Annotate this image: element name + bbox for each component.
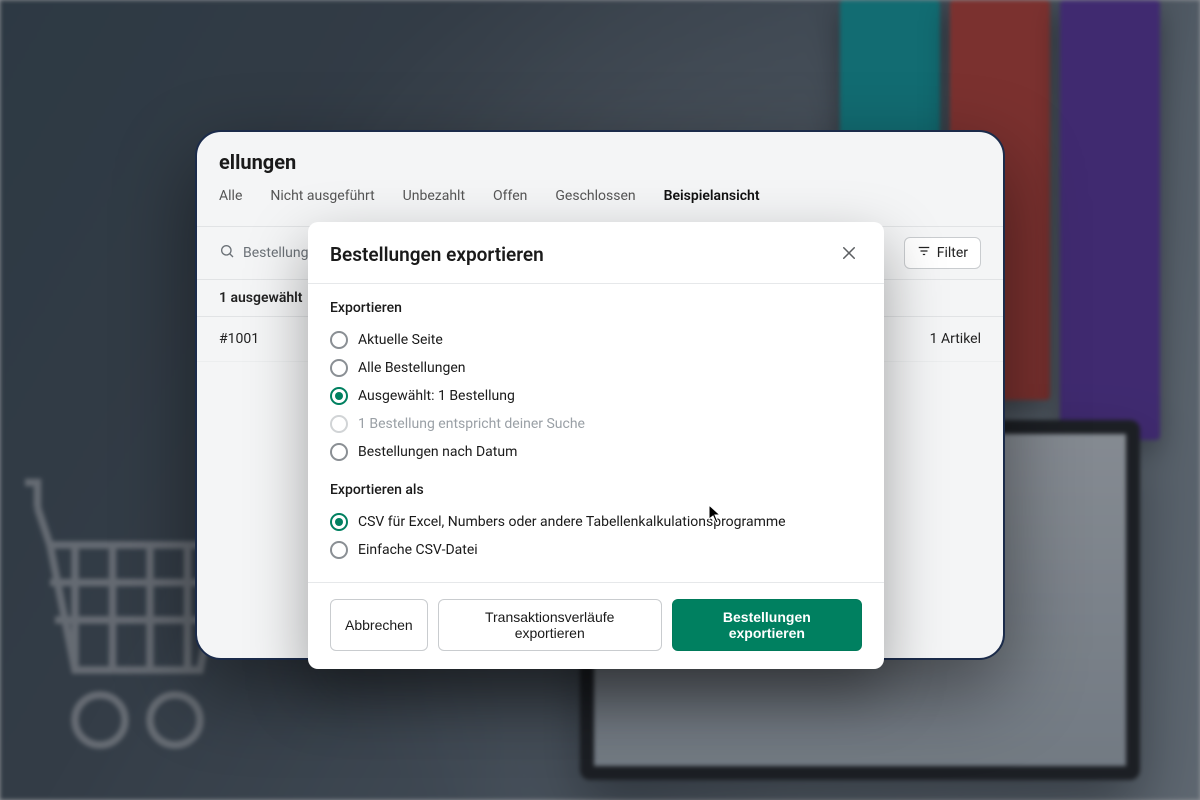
modal-header: Bestellungen exportieren: [308, 222, 884, 283]
export-format-group: Exportieren als CSV für Excel, Numbers o…: [330, 482, 862, 564]
radio-label: Aktuelle Seite: [358, 332, 443, 348]
radio-icon: [330, 331, 348, 349]
radio-all-orders[interactable]: Alle Bestellungen: [330, 354, 862, 382]
modal-footer: Abbrechen Transaktionsverläufe exportier…: [308, 582, 884, 669]
close-icon: [840, 250, 858, 265]
export-scope-group: Exportieren Aktuelle Seite Alle Bestellu…: [330, 300, 862, 466]
export-scope-label: Exportieren: [330, 300, 862, 316]
radio-search-match: 1 Bestellung entspricht deiner Suche: [330, 410, 862, 438]
cancel-button[interactable]: Abbrechen: [330, 599, 428, 651]
page-title: ellungen: [197, 132, 1003, 188]
radio-label: Alle Bestellungen: [358, 360, 466, 376]
radio-icon: [330, 443, 348, 461]
radio-csv-plain[interactable]: Einfache CSV-Datei: [330, 536, 862, 564]
close-button[interactable]: [836, 240, 862, 269]
radio-current-page[interactable]: Aktuelle Seite: [330, 326, 862, 354]
tab-closed[interactable]: Geschlossen: [555, 188, 635, 214]
radio-selected-orders[interactable]: Ausgewählt: 1 Bestellung: [330, 382, 862, 410]
filter-icon: [917, 244, 931, 262]
filter-button[interactable]: Filter: [904, 237, 981, 269]
filter-label: Filter: [937, 245, 968, 261]
modal-title: Bestellungen exportieren: [330, 243, 544, 266]
radio-by-date[interactable]: Bestellungen nach Datum: [330, 438, 862, 466]
modal-body: Exportieren Aktuelle Seite Alle Bestellu…: [308, 284, 884, 582]
radio-label: Einfache CSV-Datei: [358, 542, 478, 558]
tab-example-view[interactable]: Beispielansicht: [664, 188, 760, 214]
order-id: #1001: [219, 331, 259, 347]
search-icon: [219, 243, 235, 263]
radio-label: 1 Bestellung entspricht deiner Suche: [358, 416, 585, 432]
export-orders-modal: Bestellungen exportieren Exportieren Akt…: [308, 222, 884, 669]
radio-icon: [330, 415, 348, 433]
radio-label: Ausgewählt: 1 Bestellung: [358, 388, 515, 404]
tab-unpaid[interactable]: Unbezahlt: [403, 188, 465, 214]
radio-csv-excel[interactable]: CSV für Excel, Numbers oder andere Tabel…: [330, 508, 862, 536]
order-items-count: 1 Artikel: [930, 331, 981, 347]
radio-icon: [330, 387, 348, 405]
tab-all[interactable]: Alle: [219, 188, 242, 214]
export-format-label: Exportieren als: [330, 482, 862, 498]
tab-open[interactable]: Offen: [493, 188, 527, 214]
tab-unfulfilled[interactable]: Nicht ausgeführt: [270, 188, 374, 214]
radio-icon: [330, 513, 348, 531]
export-orders-button[interactable]: Bestellungen exportieren: [672, 599, 862, 651]
mouse-cursor-icon: [708, 504, 722, 524]
export-transactions-button[interactable]: Transaktionsverläufe exportieren: [438, 599, 662, 651]
radio-label: Bestellungen nach Datum: [358, 444, 517, 460]
radio-icon: [330, 541, 348, 559]
radio-icon: [330, 359, 348, 377]
